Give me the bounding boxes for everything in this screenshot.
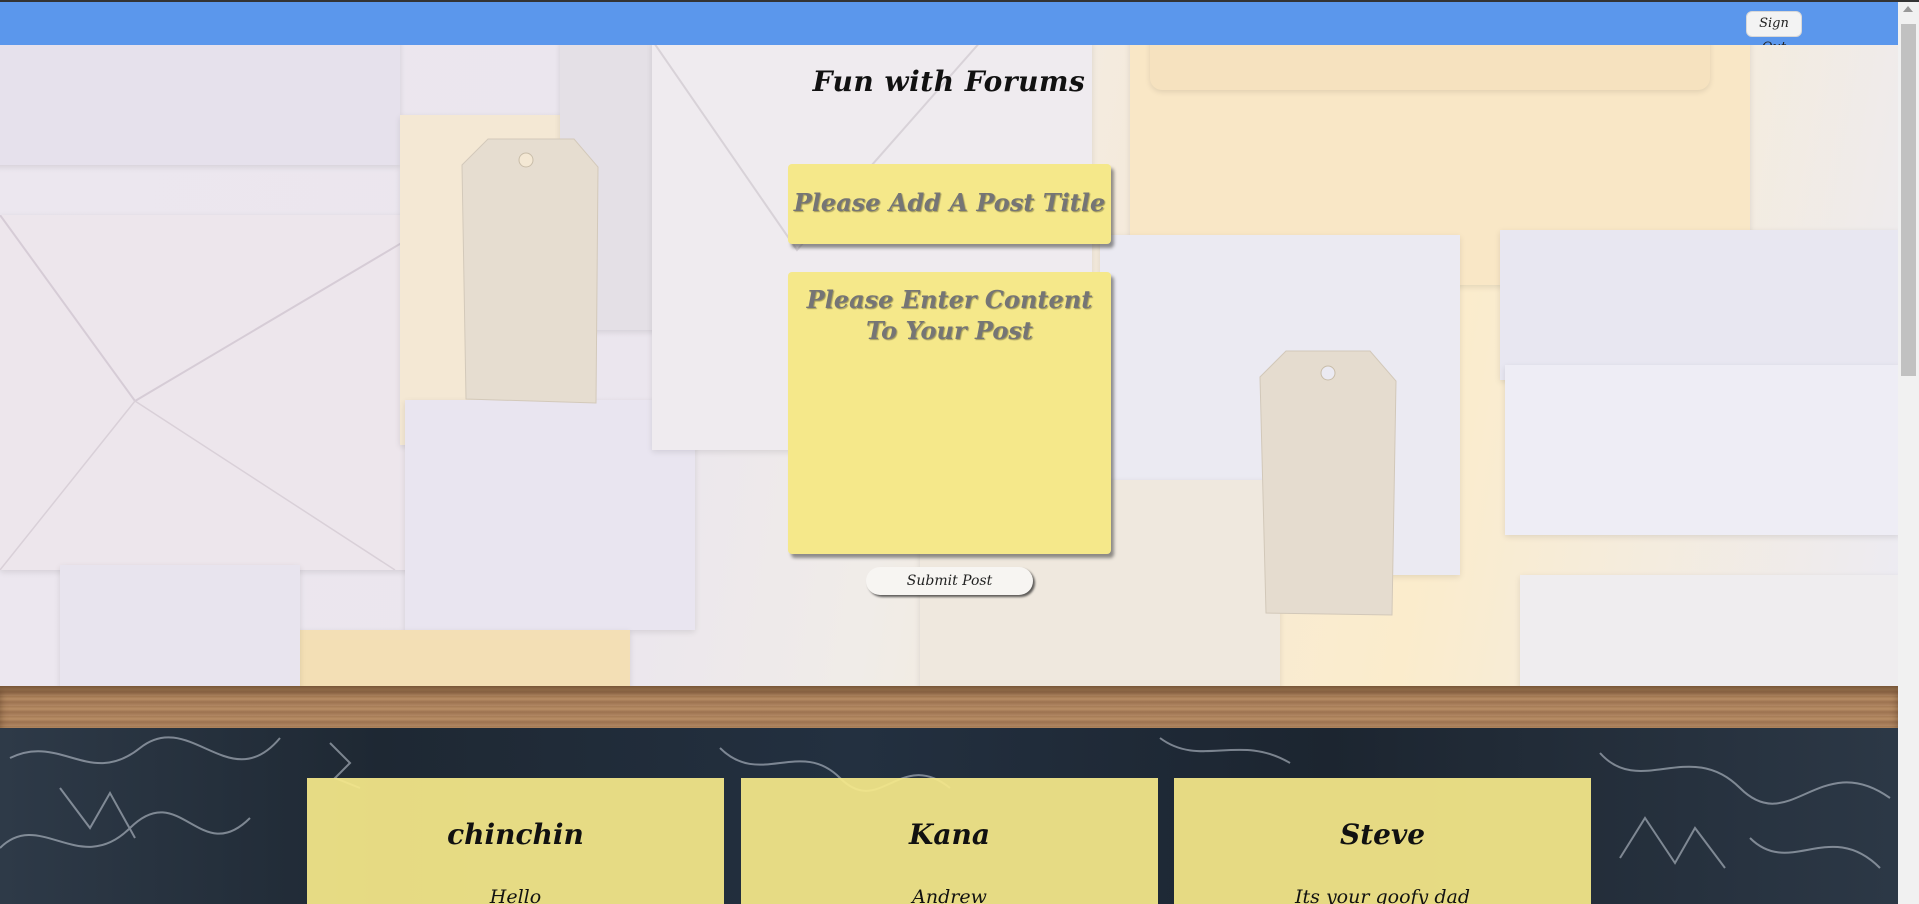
post-content-note [788,272,1111,554]
chalkboard-posts-section: chinchin Hello Kana Andrew Steve Its you… [0,728,1898,904]
submit-post-button[interactable]: Submit Post [866,567,1033,595]
post-card[interactable]: chinchin Hello [307,778,724,904]
scrollbar[interactable] [1898,2,1919,904]
gift-tag-decoration [1259,350,1397,616]
post-body: Andrew [912,886,987,904]
post-title-input[interactable] [788,164,1111,218]
envelope-flap-decoration [0,215,415,570]
post-body: Its your goofy dad [1295,886,1470,904]
post-content-textarea[interactable] [788,272,1111,554]
envelope-decoration [1500,230,1898,380]
post-author: Kana [909,818,990,851]
envelope-decoration [0,45,400,165]
gift-tag-decoration [461,138,599,404]
hero-envelope-background: Fun with Forums Submit Post [0,45,1898,686]
scrollbar-thumb[interactable] [1901,24,1916,376]
post-body: Hello [489,886,542,904]
page-title: Fun with Forums [812,65,1086,98]
envelope-decoration [1505,365,1898,535]
envelope-decoration [60,565,300,686]
sign-out-button[interactable]: Sign Out [1746,11,1802,55]
post-author: chinchin [447,818,584,851]
envelope-decoration [1520,575,1898,686]
post-card[interactable]: Steve Its your goofy dad [1174,778,1591,904]
navbar: Sign Out [0,2,1898,55]
post-card[interactable]: Kana Andrew [741,778,1158,904]
wood-shelf-divider [0,686,1898,728]
scroll-up-arrow-icon[interactable] [1903,6,1913,12]
post-title-note [788,164,1111,244]
post-author: Steve [1339,818,1426,851]
